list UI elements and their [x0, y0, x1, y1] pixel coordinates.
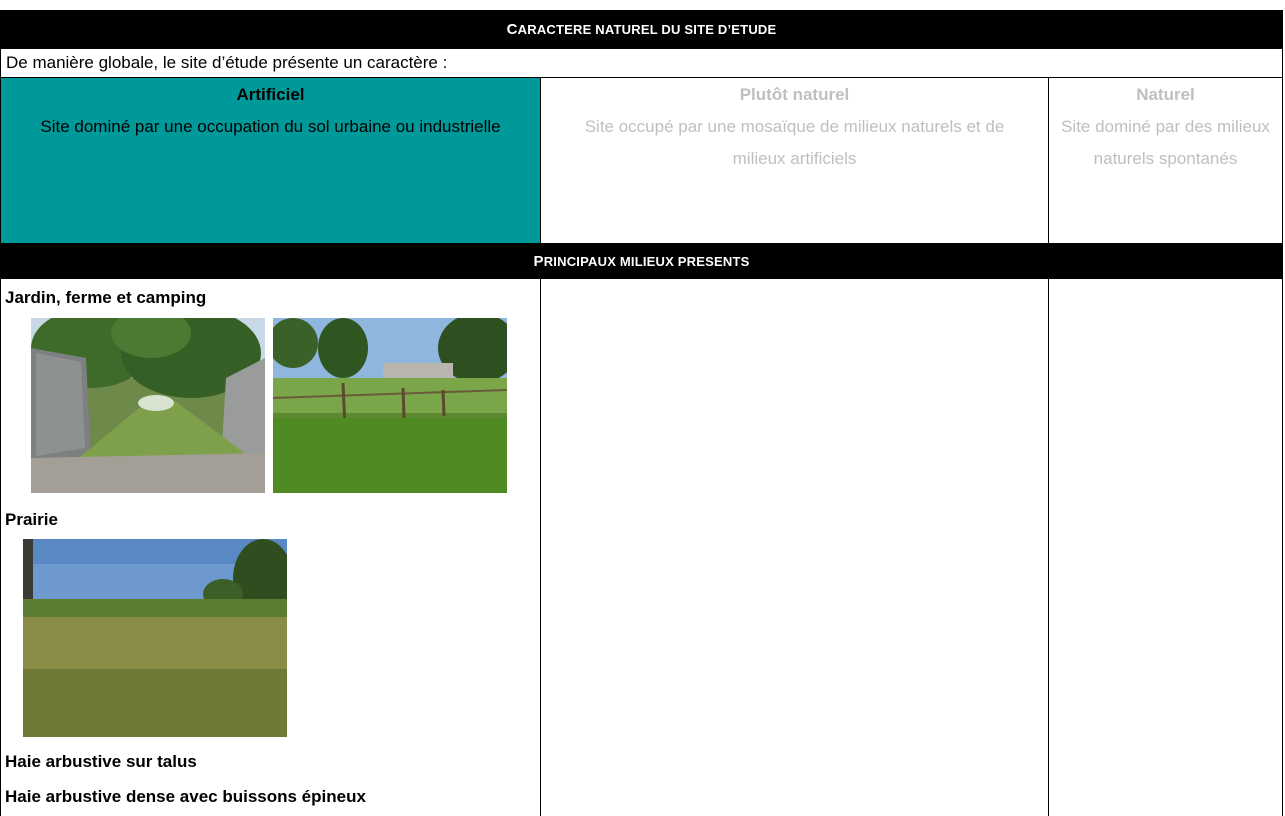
option-artificiel: Artificiel Site dominé par une occupatio…	[0, 77, 541, 244]
fenced-pasture-photo	[273, 318, 507, 493]
option-title: Plutôt naturel	[739, 85, 850, 104]
option-title: Artificiel	[236, 85, 305, 104]
option-title: Naturel	[1136, 85, 1195, 104]
header-initial: P	[533, 253, 544, 270]
option-description: Site dominé par une occupation du sol ur…	[40, 117, 501, 136]
col-border-1	[540, 279, 541, 816]
garden-path-photo	[31, 318, 265, 493]
header-rest: RINCIPAUX MILIEUX PRESENTS	[543, 254, 750, 269]
habitat-label: Jardin, ferme et camping	[5, 288, 207, 307]
option-description: Site dominé par des milieux naturels spo…	[1061, 117, 1270, 168]
col-border-left	[0, 279, 1, 816]
document-table: C ARACTERE NATUREL DU SITE D’ETUDE De man…	[0, 0, 1285, 816]
habitat-label: Haie arbustive sur talus	[5, 752, 197, 771]
meadow-photo	[23, 539, 287, 737]
option-naturel: Naturel Site dominé par des milieux natu…	[1048, 77, 1283, 244]
option-plutot-naturel: Plutôt naturel Site occupé par une mosaï…	[540, 77, 1049, 244]
header-initial: C	[506, 21, 518, 38]
header-rest: ARACTERE NATUREL DU SITE D’ETUDE	[517, 22, 777, 37]
intro-text: De manière globale, le site d’étude prés…	[0, 49, 1283, 78]
option-description: Site occupé par une mosaïque de milieux …	[584, 117, 1005, 168]
habitat-label: Prairie	[5, 510, 58, 529]
habitat-label: Haie arbustive dense avec buissons épine…	[5, 787, 366, 806]
col-border-2	[1048, 279, 1049, 816]
col-border-right	[1282, 279, 1283, 816]
section-header-caractere: C ARACTERE NATUREL DU SITE D’ETUDE	[0, 10, 1283, 49]
section-header-milieux: P RINCIPAUX MILIEUX PRESENTS	[0, 244, 1283, 279]
